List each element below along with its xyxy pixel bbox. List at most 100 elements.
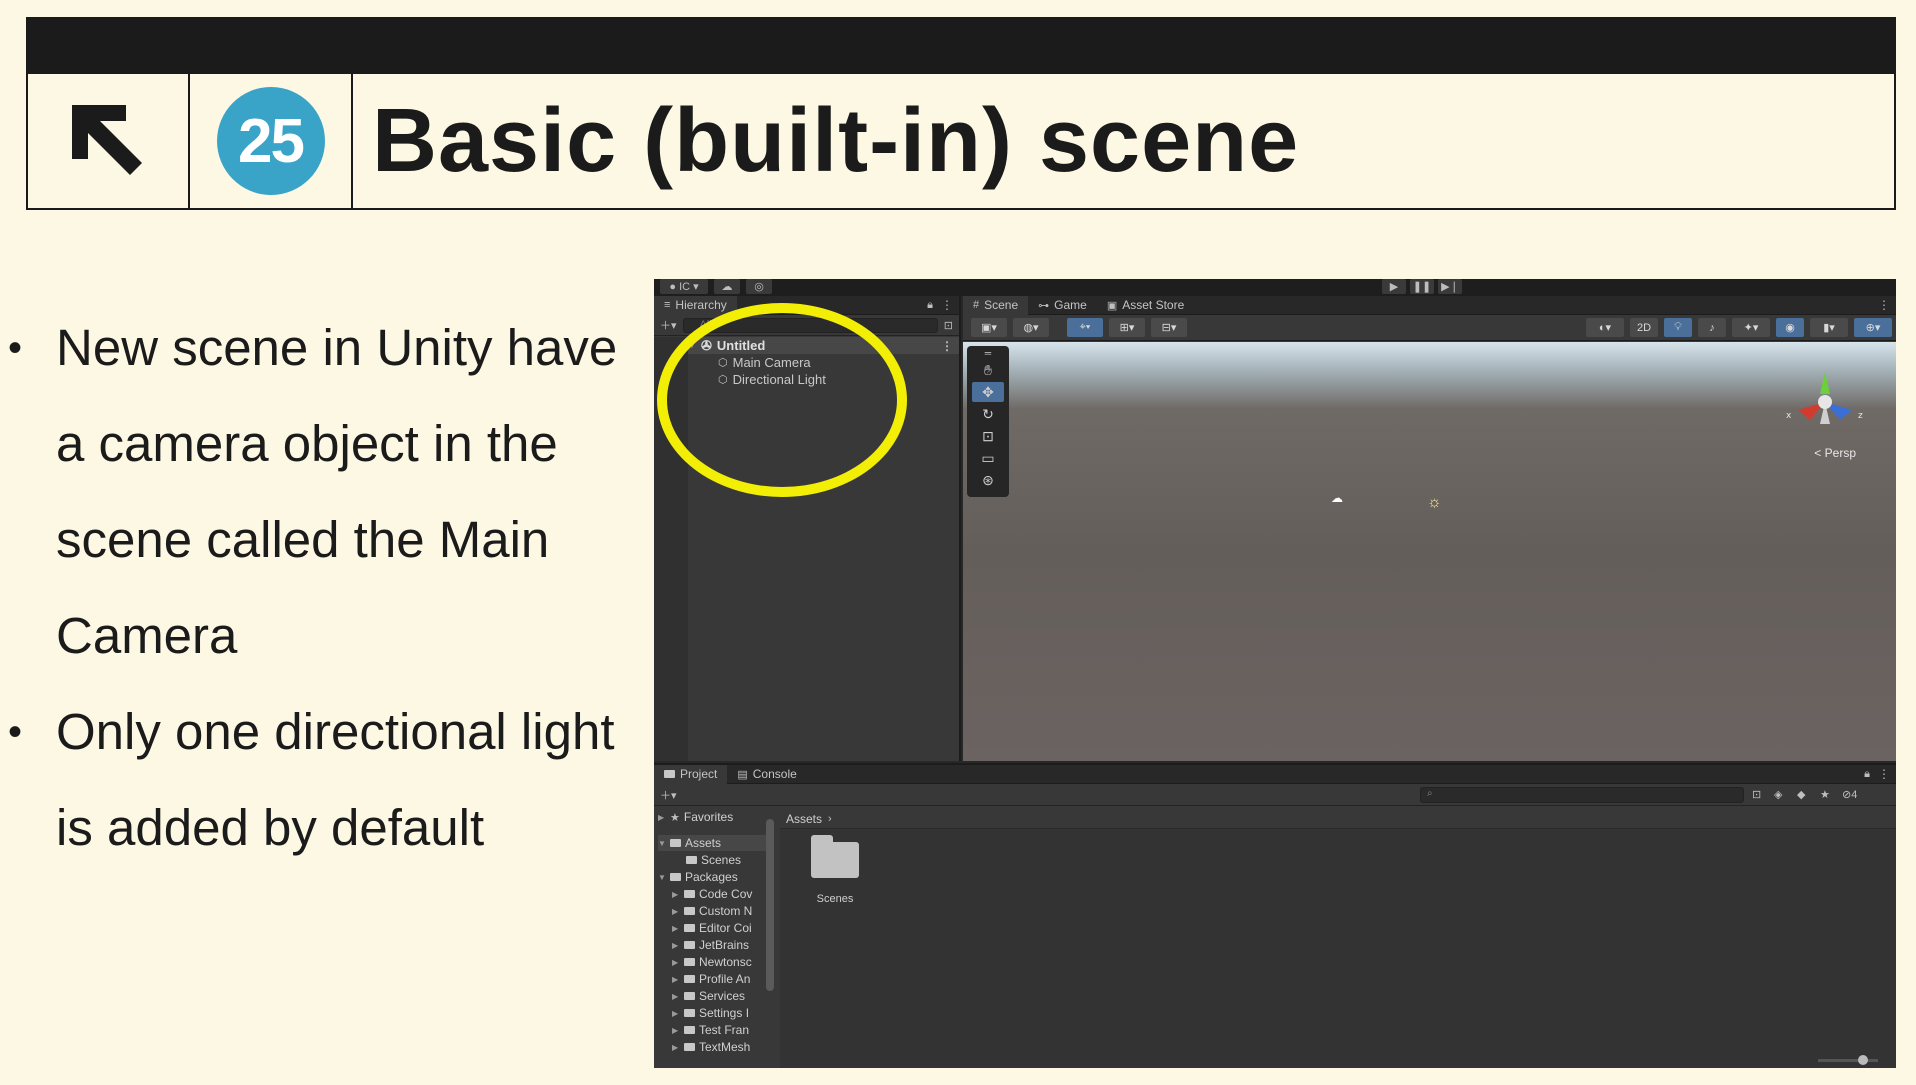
tab-asset-store[interactable]: ▣ Asset Store [1097,296,1194,315]
tree-item[interactable]: ▶ Services [672,988,766,1004]
scene-kebab-icon[interactable]: ⋮ [1878,298,1890,312]
orientation-gizmo-icon[interactable]: x z [1780,362,1870,442]
tree-item[interactable]: ▶ Newtonsc [672,954,766,970]
scene-kebab-icon[interactable]: ⋮ [941,339,953,353]
tree-item[interactable]: Scenes [686,852,766,868]
audio-toggle[interactable]: ♪ [1698,318,1726,337]
hand-tool[interactable]: ✋︎ [972,360,1004,380]
star-icon[interactable]: ★ [1820,788,1830,801]
tree-scrollbar[interactable] [766,819,774,991]
search-by-label-icon[interactable]: ◈ [1774,788,1782,801]
back-arrow-cell[interactable] [28,74,190,208]
expand-arrow-icon[interactable]: ▼ [658,839,666,848]
kebab-menu-icon[interactable]: ⋮ [1878,767,1890,781]
expand-arrow-icon[interactable]: ▶ [672,958,680,967]
step-button[interactable]: ▶❘ [1438,279,1462,294]
breadcrumb-assets[interactable]: Assets [786,812,822,826]
collab-button[interactable]: ◎ [746,279,772,294]
arrow-up-left-icon[interactable] [70,103,146,179]
global-local-dropdown[interactable]: ◍▾ [1013,318,1049,337]
tree-item[interactable]: ▶ Settings I [672,1005,766,1021]
tab-scene[interactable]: # Scene [963,295,1029,315]
expand-arrow-icon[interactable]: ▶ [672,1009,680,1018]
projection-label[interactable]: < Persp [1814,446,1856,460]
expand-arrow-icon[interactable]: ▶ [672,1026,680,1035]
cloud-button[interactable]: ☁ [714,279,740,294]
tab-project[interactable]: Project [654,764,728,784]
camera-gizmo-icon[interactable]: ☁ [1331,491,1343,505]
camera-settings-dropdown[interactable]: ▮▾ [1810,318,1848,337]
account-dropdown[interactable]: ● IC ▾ [660,279,708,294]
expand-arrow-icon[interactable]: ▶ [672,924,680,933]
add-icon[interactable]: ＋▾ [660,317,677,333]
project-panel: Project ▤ Console 🔒︎ ⋮ ＋▾ ⌕ ⊡ ◈ ◆ ★ ⊘4 ▶… [654,763,1896,1068]
project-search-input[interactable]: ⌕ [1420,787,1744,803]
expand-arrow-icon[interactable]: ▶ [672,941,680,950]
tree-favorites[interactable]: ▶ ★ Favorites [658,809,766,825]
slide-title: Basic (built-in) scene [372,90,1300,191]
expand-arrow-icon[interactable]: ▶ [672,992,680,1001]
icon-size-slider[interactable] [1818,1055,1878,1065]
kebab-menu-icon[interactable]: ⋮ [941,298,953,312]
lock-icon[interactable]: 🔒︎ [927,299,933,312]
scale-tool[interactable]: ⊡ [972,426,1004,446]
tab-game-label: Game [1054,298,1087,312]
play-button[interactable]: ▶ [1382,279,1406,294]
palette-handle[interactable]: ═ [972,348,1004,358]
lock-icon[interactable]: 🔒︎ [1864,768,1870,781]
tree-item[interactable]: ▶ Editor Coi [672,920,766,936]
tree-item[interactable]: ▶ Code Cov [672,886,766,902]
add-icon[interactable]: ＋▾ [660,787,677,803]
globe-icon: ◍▾ [1023,322,1039,334]
transform-tool[interactable]: ⊛ [972,470,1004,490]
draw-mode-dropdown[interactable]: ▣▾ [971,318,1007,337]
rect-icon: ▭ [981,449,995,466]
expand-arrow-icon[interactable]: ▶ [672,907,680,916]
tree-packages-label: Packages [685,870,738,884]
expand-arrow-icon[interactable]: ▶ [658,813,666,822]
tab-console[interactable]: ▤ Console [727,765,806,784]
move-tool[interactable]: ✥ [972,382,1004,402]
tree-item[interactable]: ▶ Profile An [672,971,766,987]
expand-arrow-icon[interactable]: ▶ [672,1043,680,1052]
folder-icon [684,1026,695,1034]
rotate-tool[interactable]: ↻ [972,404,1004,424]
grid-snap-dropdown[interactable]: ⊞▾ [1109,318,1145,337]
light-gizmo-icon[interactable]: ☼ [1427,494,1442,512]
bullet-list: New scene in Unity have a camera object … [0,300,620,876]
tab-game[interactable]: ⊶ Game [1028,296,1097,315]
slider-knob[interactable] [1858,1055,1868,1065]
tree-item[interactable]: ▶ TextMesh [672,1039,766,1055]
tree-assets[interactable]: ▼ Assets [658,835,766,851]
rect-tool[interactable]: ▭ [972,448,1004,468]
expand-arrow-icon[interactable]: ▼ [658,873,666,882]
list-icon: ≡ [664,299,671,311]
scene-viewport[interactable]: ═ ✋︎ ✥ ↻ ⊡ ▭ ⊛ ☁ ☼ x z < Persp [963,342,1896,761]
lighting-toggle[interactable]: 💡︎ [1664,318,1692,337]
shading-dropdown[interactable]: ◐▾ [1586,318,1624,337]
expand-arrow-icon[interactable]: ▶ [672,975,680,984]
pause-button[interactable]: ❚❚ [1410,279,1434,294]
asset-folder-item[interactable]: Scenes [800,835,870,905]
tab-hierarchy[interactable]: ≡ Hierarchy [654,295,737,315]
asset-folder-name: Scenes [816,893,854,905]
search-by-type-icon[interactable]: ⊡ [1752,788,1761,801]
tree-item[interactable]: ▶ Custom N [672,903,766,919]
effects-dropdown[interactable]: ✦▾ [1732,318,1770,337]
scene-visibility-icon[interactable]: ⊡ [944,319,953,332]
tree-item[interactable]: ▶ Test Fran [672,1022,766,1038]
account-label: IC [679,280,691,293]
effects-icon: ✦▾ [1743,322,1759,334]
gizmos-dropdown[interactable]: ⊕▾ [1854,318,1892,337]
tree-packages[interactable]: ▼ Packages [658,869,766,885]
hidden-packages-toggle[interactable]: ⊘4 [1842,788,1857,801]
tag-icon[interactable]: ◆ [1797,788,1805,801]
expand-arrow-icon[interactable]: ▶ [672,890,680,899]
increment-snap-dropdown[interactable]: ⊟▾ [1151,318,1187,337]
toggle-2d-button[interactable]: 2D [1630,318,1658,337]
tree-item[interactable]: ▶ JetBrains [672,937,766,953]
project-folder-tree: ▶ ★ Favorites ▼ Assets Scenes ▼ Packages… [654,809,778,1068]
pivot-dropdown[interactable]: ⌖▾ [1067,318,1103,337]
svg-text:x: x [1786,411,1792,421]
hidden-objects-toggle[interactable]: ◉ [1776,318,1804,337]
